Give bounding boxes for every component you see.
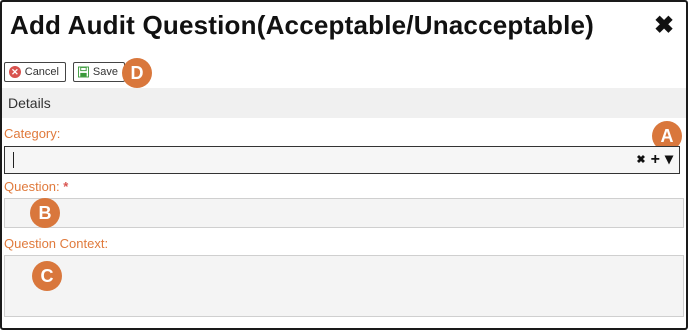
close-icon[interactable]: ✖ [652,14,676,38]
combobox-icons: ✖ + ▾ [636,151,673,169]
question-label-text: Question: [4,179,60,194]
required-marker: * [63,179,69,194]
category-combobox[interactable]: ✖ + ▾ [4,146,680,174]
callout-badge-c: C [32,261,62,291]
callout-badge-d: D [122,58,152,88]
details-section-header: Details [2,88,686,118]
dialog-title: Add Audit Question(Acceptable/Unacceptab… [10,10,595,40]
save-icon [78,66,89,78]
clear-icon[interactable]: ✖ [636,151,645,169]
save-button-label: Save [92,66,118,78]
text-caret [13,152,14,168]
cancel-button[interactable]: ✕ Cancel [4,62,66,82]
question-input[interactable] [4,198,684,228]
details-label: Details [8,95,51,111]
cancel-icon: ✕ [9,66,21,78]
category-label: Category: [4,126,61,141]
chevron-down-icon[interactable]: ▾ [665,151,673,169]
question-context-textarea[interactable] [4,255,684,317]
add-icon[interactable]: + [651,151,660,169]
question-context-label: Question Context: [4,236,109,251]
save-button[interactable]: Save [73,62,125,82]
cancel-button-label: Cancel [24,66,59,78]
question-label: Question: * [4,179,68,194]
callout-badge-b: B [30,198,60,228]
